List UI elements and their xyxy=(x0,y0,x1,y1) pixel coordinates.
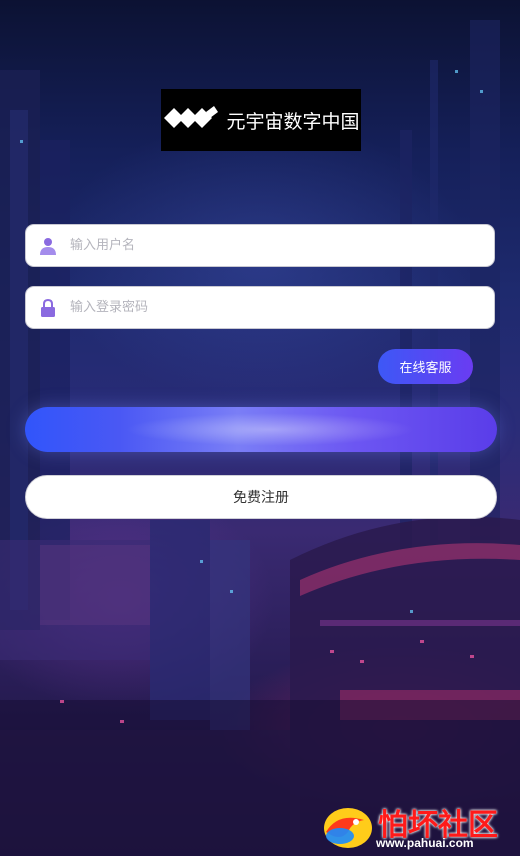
username-field[interactable] xyxy=(25,224,495,267)
password-field[interactable] xyxy=(25,286,495,329)
login-screen: 元宇宙数字中国 在线客服 免费注册 怕坏社区 www.pahuai. xyxy=(0,0,520,856)
watermark: 怕坏社区 www.pahuai.com xyxy=(318,800,518,856)
register-button[interactable]: 免费注册 xyxy=(25,475,497,519)
watermark-logo-icon xyxy=(324,808,372,848)
login-button-glow xyxy=(125,413,415,446)
online-service-button[interactable]: 在线客服 xyxy=(378,349,473,384)
login-button[interactable] xyxy=(25,407,497,452)
lock-icon xyxy=(41,298,55,317)
logo-mark-icon xyxy=(164,106,219,128)
username-input[interactable] xyxy=(68,237,452,254)
brand-logo: 元宇宙数字中国 xyxy=(161,89,361,151)
password-input[interactable] xyxy=(68,299,452,316)
user-icon xyxy=(40,237,56,255)
brand-name: 元宇宙数字中国 xyxy=(226,110,360,133)
watermark-url: www.pahuai.com xyxy=(376,836,474,850)
